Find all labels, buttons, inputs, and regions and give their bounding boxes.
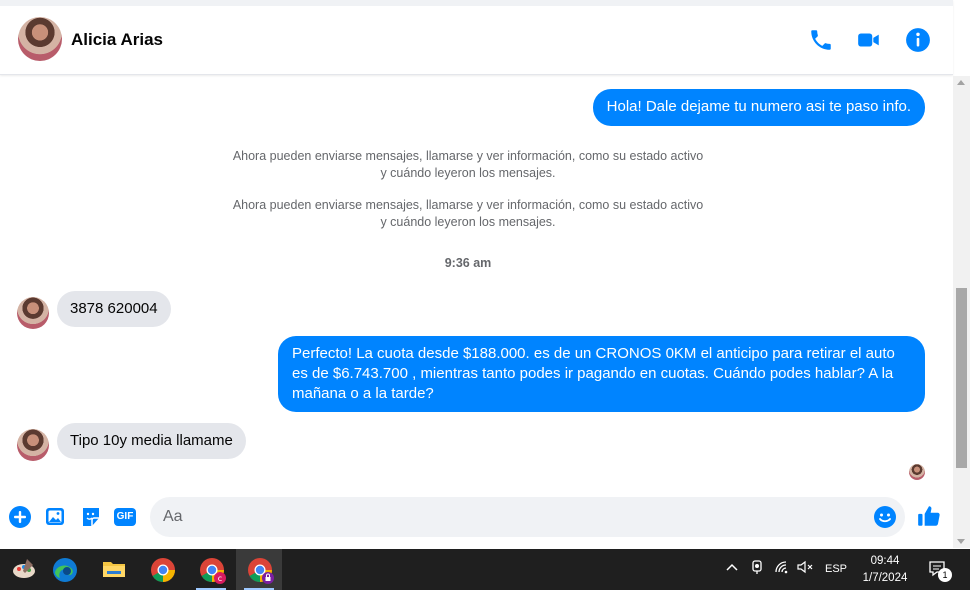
chrome-icon[interactable] xyxy=(139,549,185,590)
image-icon[interactable] xyxy=(44,505,68,529)
file-explorer-icon[interactable] xyxy=(90,549,136,590)
volume-muted-icon[interactable] xyxy=(796,559,814,578)
show-hidden-icons-chevron-icon[interactable] xyxy=(725,560,739,577)
emoji-icon[interactable] xyxy=(873,505,897,529)
plus-icon[interactable] xyxy=(8,505,32,529)
chrome-profile-lock-icon[interactable] xyxy=(236,549,282,590)
taskbar-clock[interactable]: 09:44 1/7/2024 xyxy=(845,553,925,587)
paint-app-icon[interactable] xyxy=(0,549,46,590)
thumbs-up-icon[interactable] xyxy=(916,503,942,529)
notification-count-badge: 1 xyxy=(938,568,952,582)
contact-name[interactable]: Alicia Arias xyxy=(71,30,163,50)
input-language-indicator[interactable]: ESP xyxy=(825,563,847,575)
chrome-profile-c-icon[interactable]: c xyxy=(188,549,234,590)
edge-browser-icon[interactable] xyxy=(41,549,87,590)
info-icon[interactable] xyxy=(905,27,931,53)
message-composer: GIF Aa xyxy=(0,490,953,548)
header-top-strip xyxy=(0,0,953,6)
system-notice: Ahora pueden enviarse mensajes, llamarse… xyxy=(232,198,704,229)
sticker-icon[interactable] xyxy=(79,505,103,529)
video-camera-icon[interactable] xyxy=(856,27,882,53)
sender-avatar[interactable] xyxy=(17,429,49,461)
scroll-up-arrow-icon[interactable] xyxy=(957,80,965,85)
message-bubble-incoming[interactable]: Tipo 10y media llamame xyxy=(57,423,246,459)
gif-label: GIF xyxy=(116,511,134,522)
message-bubble-outgoing[interactable]: Hola! Dale dejame tu numero asi te paso … xyxy=(592,89,925,126)
meet-now-icon[interactable] xyxy=(750,559,766,578)
gif-icon[interactable]: GIF xyxy=(113,505,137,529)
sender-avatar[interactable] xyxy=(17,297,49,329)
message-timestamp: 9:36 am xyxy=(444,256,492,270)
chat-header: Alicia Arias xyxy=(0,0,953,75)
message-input-placeholder: Aa xyxy=(163,508,183,525)
conversation-scrollbar[interactable] xyxy=(953,76,970,548)
message-bubble-incoming[interactable]: 3878 620004 xyxy=(57,291,171,327)
clock-time: 09:44 xyxy=(870,555,900,567)
scrollbar-thumb[interactable] xyxy=(956,288,967,468)
windows-taskbar: c ESP 09:44 1/7/2024 1 xyxy=(0,549,970,590)
scroll-down-arrow-icon[interactable] xyxy=(957,539,965,544)
seen-indicator-avatar xyxy=(909,464,925,480)
clock-date: 1/7/2024 xyxy=(862,572,908,584)
notifications-icon[interactable]: 1 xyxy=(928,559,952,582)
svg-text:c: c xyxy=(218,574,222,583)
phone-icon[interactable] xyxy=(808,27,834,53)
wifi-icon[interactable] xyxy=(774,559,790,578)
system-notice: Ahora pueden enviarse mensajes, llamarse… xyxy=(232,149,704,180)
contact-avatar[interactable] xyxy=(18,17,62,61)
message-input[interactable]: Aa xyxy=(150,497,905,537)
message-list: Hola! Dale dejame tu numero asi te paso … xyxy=(0,76,953,490)
messenger-window: Alicia Arias Hola! Dale dejame tu numero… xyxy=(0,0,970,590)
message-bubble-outgoing[interactable]: Perfecto! La cuota desde $188.000. es de… xyxy=(278,336,925,412)
